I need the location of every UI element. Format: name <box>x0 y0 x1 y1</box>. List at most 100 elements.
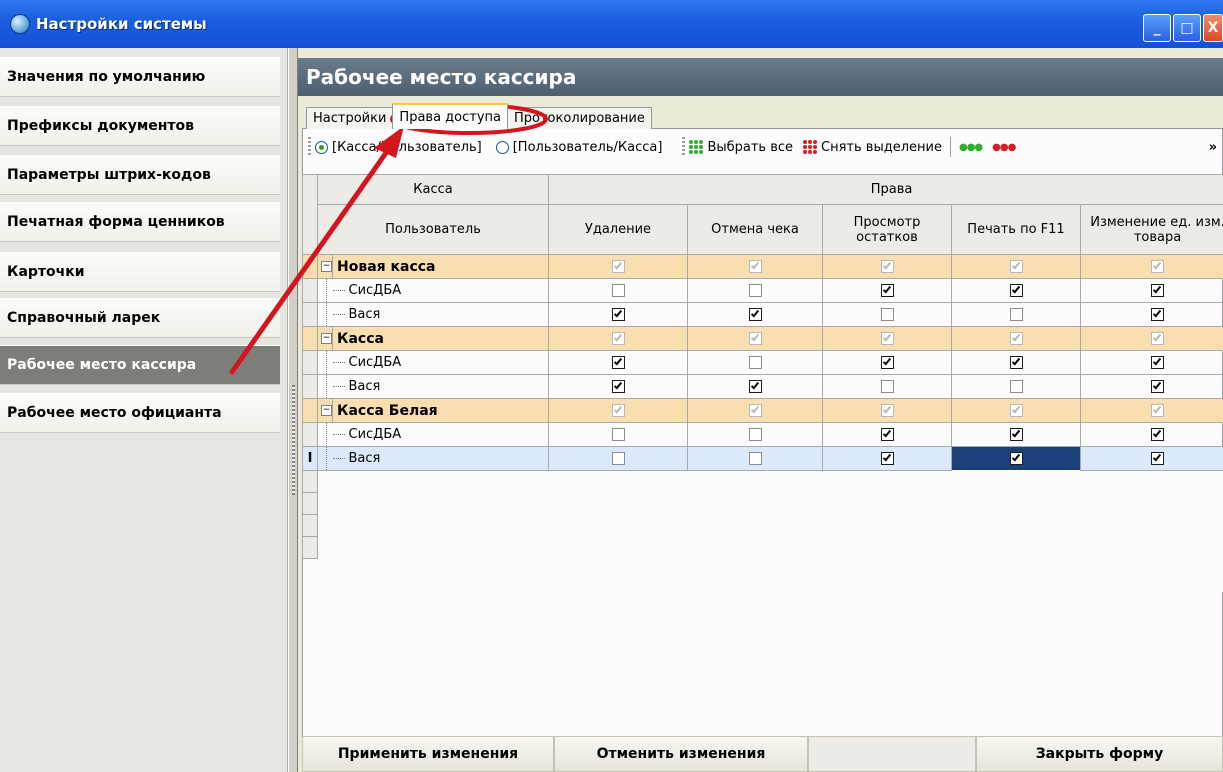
checkbox-checked[interactable] <box>611 308 625 321</box>
permission-cell[interactable] <box>548 374 688 399</box>
row-indicator[interactable] <box>302 350 318 375</box>
row-indicator[interactable] <box>302 278 318 303</box>
checkbox-checked[interactable] <box>1009 452 1023 465</box>
permission-cell[interactable] <box>951 254 1081 279</box>
checkbox-unchecked[interactable] <box>1009 308 1023 321</box>
permission-cell[interactable] <box>548 278 688 303</box>
checkbox-checked[interactable] <box>1151 404 1165 417</box>
permission-cell[interactable] <box>951 302 1081 327</box>
checkbox-checked[interactable] <box>1151 284 1165 297</box>
permission-cell[interactable] <box>822 302 952 327</box>
checkbox-checked[interactable] <box>880 260 894 273</box>
checkbox-checked[interactable] <box>1151 428 1165 441</box>
deselect-button[interactable]: Снять выделение <box>803 140 942 155</box>
checkbox-checked[interactable] <box>1009 356 1023 369</box>
permission-cell[interactable] <box>1079 446 1223 471</box>
row-indicator[interactable] <box>302 398 318 423</box>
checkbox-unchecked[interactable] <box>880 380 894 393</box>
permission-cell[interactable] <box>548 398 688 423</box>
checkbox-checked[interactable] <box>1009 404 1023 417</box>
user-row[interactable]: Вася <box>302 374 1223 399</box>
sidebar-item-cashier-workplace[interactable]: Рабочее место кассира <box>0 345 280 385</box>
checkbox-checked[interactable] <box>748 260 762 273</box>
checkbox-checked[interactable] <box>611 356 625 369</box>
checkbox-checked[interactable] <box>611 380 625 393</box>
checkbox-checked[interactable] <box>611 260 625 273</box>
checkbox-checked[interactable] <box>748 380 762 393</box>
permission-cell[interactable] <box>951 398 1081 423</box>
row-indicator[interactable]: I <box>302 446 318 471</box>
permission-cell[interactable] <box>951 374 1081 399</box>
user-name[interactable]: СисДБА <box>332 278 549 303</box>
row-indicator[interactable] <box>302 374 318 399</box>
tree-expander-cell[interactable]: − <box>317 398 333 423</box>
permission-cell[interactable] <box>1079 326 1223 351</box>
permission-cell[interactable] <box>1079 374 1223 399</box>
row-indicator[interactable] <box>302 326 318 351</box>
header-col-delete[interactable]: Удаление <box>548 204 688 255</box>
tab-logging[interactable]: Протоколирование <box>507 107 652 129</box>
permission-cell[interactable] <box>1079 278 1223 303</box>
close-window-button[interactable]: X <box>1203 14 1223 42</box>
checkbox-unchecked[interactable] <box>880 308 894 321</box>
checkbox-checked[interactable] <box>748 332 762 345</box>
permission-cell[interactable] <box>822 254 952 279</box>
checkbox-checked[interactable] <box>611 332 625 345</box>
group-name[interactable]: Касса <box>332 326 549 351</box>
permission-cell[interactable] <box>822 446 952 471</box>
cancel-changes-button[interactable]: Отменить изменения <box>554 736 808 772</box>
collapse-icon[interactable]: − <box>321 405 332 416</box>
sidebar-item-info-kiosk[interactable]: Справочный ларек <box>0 298 280 338</box>
permission-cell[interactable] <box>1079 422 1223 447</box>
permission-cell[interactable] <box>1079 350 1223 375</box>
checkbox-checked[interactable] <box>1151 356 1165 369</box>
permission-cell[interactable] <box>687 446 823 471</box>
checkbox-unchecked[interactable] <box>611 428 625 441</box>
row-indicator[interactable] <box>302 254 318 279</box>
checkbox-unchecked[interactable] <box>748 428 762 441</box>
collapse-icon[interactable]: − <box>321 261 332 272</box>
group-row[interactable]: − Касса <box>302 326 1223 351</box>
toolbar-overflow-chevron[interactable]: » <box>1209 140 1217 155</box>
minimize-button[interactable]: _ <box>1143 14 1171 42</box>
tab-access-rights[interactable]: Права доступа <box>392 103 508 129</box>
checkbox-checked[interactable] <box>1009 428 1023 441</box>
group-name[interactable]: Новая касса <box>332 254 549 279</box>
permission-cell[interactable] <box>687 398 823 423</box>
permission-cell[interactable] <box>687 350 823 375</box>
permission-cell[interactable] <box>951 422 1081 447</box>
radio-selected-icon[interactable] <box>315 140 328 154</box>
user-row[interactable]: I Вася <box>302 446 1223 471</box>
permission-cell[interactable] <box>687 374 823 399</box>
user-name[interactable]: Вася <box>332 374 549 399</box>
user-name[interactable]: Вася <box>332 446 549 471</box>
maximize-button[interactable]: □ <box>1173 14 1201 42</box>
user-name[interactable]: Вася <box>332 302 549 327</box>
permission-cell[interactable] <box>1079 254 1223 279</box>
permission-cell[interactable] <box>687 326 823 351</box>
permission-cell[interactable] <box>951 326 1081 351</box>
toolbar-grip[interactable] <box>308 137 311 157</box>
user-name[interactable]: СисДБА <box>332 350 549 375</box>
row-indicator[interactable] <box>302 302 318 327</box>
checkbox-checked[interactable] <box>748 308 762 321</box>
permission-cell[interactable] <box>951 278 1081 303</box>
checkbox-checked[interactable] <box>1009 332 1023 345</box>
checkbox-checked[interactable] <box>1151 380 1165 393</box>
checkbox-unchecked[interactable] <box>748 284 762 297</box>
checkbox-checked[interactable] <box>1009 260 1023 273</box>
apply-changes-button[interactable]: Применить изменения <box>302 736 554 772</box>
collapse-icon[interactable]: − <box>321 333 332 344</box>
permission-cell[interactable] <box>951 446 1081 471</box>
checkbox-checked[interactable] <box>1151 332 1165 345</box>
expand-green-dots-icon[interactable]: ●●● <box>959 142 983 153</box>
permission-cell[interactable] <box>822 398 952 423</box>
tree-expander-cell[interactable]: − <box>317 326 333 351</box>
permission-cell[interactable] <box>687 278 823 303</box>
checkbox-checked[interactable] <box>1009 284 1023 297</box>
header-col-cancel-check[interactable]: Отмена чека <box>687 204 823 255</box>
checkbox-checked[interactable] <box>1151 452 1165 465</box>
permission-cell[interactable] <box>687 422 823 447</box>
permission-cell[interactable] <box>548 302 688 327</box>
user-row[interactable]: СисДБА <box>302 278 1223 303</box>
